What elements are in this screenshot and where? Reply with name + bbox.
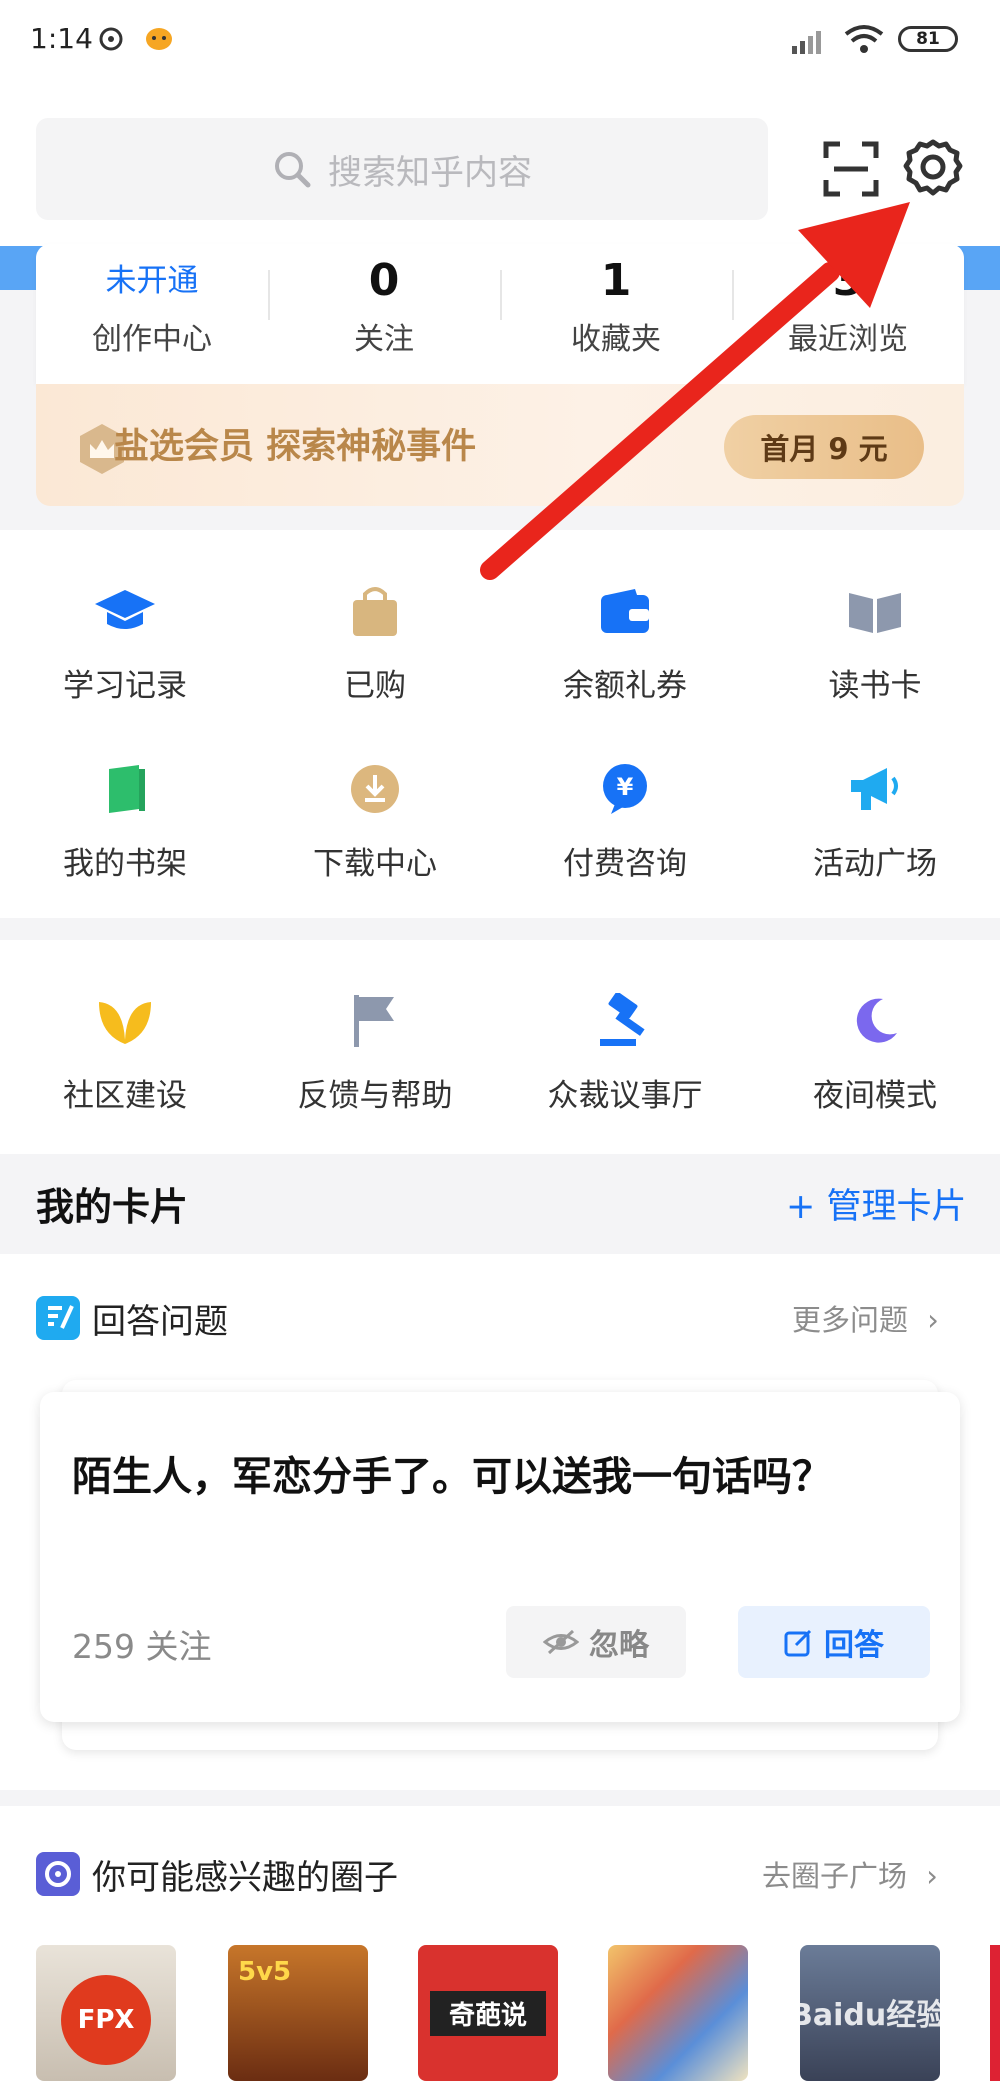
paid-consult-icon: ¥	[603, 764, 647, 814]
eye-off-icon	[543, 1629, 579, 1655]
grid-item-bookshelf[interactable]: 我的书架	[0, 758, 250, 883]
section-separator	[0, 918, 1000, 940]
circle-thumb-label: FPX	[61, 1975, 151, 2065]
grid-item-reading-card[interactable]: 读书卡	[750, 580, 1000, 705]
watermark: Baidu经验	[790, 1998, 947, 2033]
answer-question-icon	[36, 1296, 80, 1340]
grid-item-label: 已购	[344, 668, 406, 704]
circle-thumb-label: 奇葩说	[430, 1991, 546, 2036]
section-separator	[0, 1790, 1000, 1806]
circle-thumb-qipashuo[interactable]: 奇葩说	[418, 1945, 558, 2081]
grid-item-purchased[interactable]: 已购	[250, 580, 500, 705]
svg-text:¥: ¥	[617, 773, 634, 801]
circle-thumb-label: 5v5	[238, 1957, 292, 1987]
ignore-label: 忽略	[589, 1628, 649, 1663]
grid-item-label: 反馈与帮助	[297, 1078, 453, 1114]
gavel-icon	[600, 993, 645, 1046]
stat-creator-center[interactable]: 未开通 创作中心	[36, 252, 268, 358]
grid-item-study-record[interactable]: 学习记录	[0, 580, 250, 705]
app-notification-icon	[146, 28, 172, 50]
grid-item-feedback[interactable]: 反馈与帮助	[250, 990, 500, 1115]
circles-icon	[36, 1852, 80, 1896]
circle-thumb-partial	[990, 1945, 1000, 2081]
more-questions-label: 更多问题	[792, 1303, 909, 1337]
grid-item-label: 下载中心	[313, 846, 437, 882]
grid-item-events[interactable]: 活动广场	[750, 758, 1000, 883]
stat-value: 0	[368, 255, 400, 306]
stat-label: 关注	[354, 322, 414, 357]
search-icon	[275, 152, 311, 188]
chevron-right-icon: ›	[926, 1859, 938, 1893]
megaphone-icon	[851, 768, 898, 810]
edit-icon	[784, 1629, 812, 1657]
grid-item-label: 夜间模式	[813, 1078, 937, 1114]
question-text[interactable]: 陌生人，军恋分手了。可以送我一句话吗？	[72, 1444, 832, 1502]
stat-following[interactable]: 0 关注	[268, 252, 500, 358]
my-cards-title: 我的卡片	[36, 1185, 189, 1229]
shopping-bag-icon	[353, 587, 397, 636]
stat-label: 创作中心	[92, 322, 212, 357]
flag-icon	[354, 995, 394, 1047]
moon-icon	[856, 998, 897, 1043]
chevron-right-icon: ›	[927, 1303, 939, 1337]
sprout-icon	[99, 1002, 151, 1044]
battery-indicator: 81	[898, 26, 958, 52]
grid-item-balance[interactable]: 余额礼券	[500, 580, 750, 705]
grid-item-label: 我的书架	[63, 846, 187, 882]
answer-label: 回答	[824, 1628, 884, 1663]
grid-item-label: 学习记录	[63, 668, 187, 704]
circle-thumb-fpx[interactable]: FPX	[36, 1945, 176, 2081]
answer-button[interactable]: 回答	[738, 1606, 930, 1678]
status-time: 1:14	[30, 22, 93, 55]
grid-item-night-mode[interactable]: 夜间模式	[750, 990, 1000, 1115]
grid-item-label: 读书卡	[828, 668, 922, 704]
wifi-icon	[844, 25, 884, 53]
wallet-icon	[601, 589, 649, 633]
circle-thumb-anime[interactable]	[608, 1945, 748, 2081]
circle-plaza-link[interactable]: 去圈子广场 ›	[762, 1853, 938, 1895]
search-placeholder: 搜索知乎内容	[328, 152, 532, 193]
grid-item-label: 社区建设	[63, 1078, 187, 1114]
more-questions-link[interactable]: 更多问题 ›	[792, 1297, 939, 1339]
grid-item-community[interactable]: 社区建设	[0, 990, 250, 1115]
sync-icon	[99, 27, 123, 51]
circle-thumb-5v5[interactable]: 5v5	[228, 1945, 368, 2081]
grid-item-paid-consult[interactable]: ¥ 付费咨询	[500, 758, 750, 883]
bookshelf-icon	[109, 765, 145, 813]
signal-icon	[792, 31, 821, 54]
grid-item-downloads[interactable]: 下载中心	[250, 758, 500, 883]
grid-item-jury[interactable]: 众裁议事厅	[500, 990, 750, 1115]
graduation-cap-icon	[95, 590, 155, 629]
answer-section-title: 回答问题	[92, 1302, 228, 1342]
open-book-icon	[849, 593, 901, 633]
red-arrow-annotation	[480, 202, 910, 580]
grid-item-label: 余额礼券	[563, 668, 687, 704]
ignore-button[interactable]: 忽略	[506, 1606, 686, 1678]
download-icon	[351, 765, 399, 813]
grid-item-label: 活动广场	[813, 846, 937, 882]
grid-item-label: 付费咨询	[563, 846, 687, 882]
grid-item-label: 众裁议事厅	[547, 1078, 703, 1114]
vip-text: 盐选会员 探索神秘事件	[114, 427, 477, 467]
manage-cards-link[interactable]: + 管理卡片	[786, 1178, 966, 1229]
circle-plaza-label: 去圈子广场	[762, 1859, 908, 1893]
question-followers: 259 关注	[72, 1627, 212, 1666]
circles-section-title: 你可能感兴趣的圈子	[92, 1858, 398, 1898]
stat-value: 未开通	[105, 263, 199, 299]
